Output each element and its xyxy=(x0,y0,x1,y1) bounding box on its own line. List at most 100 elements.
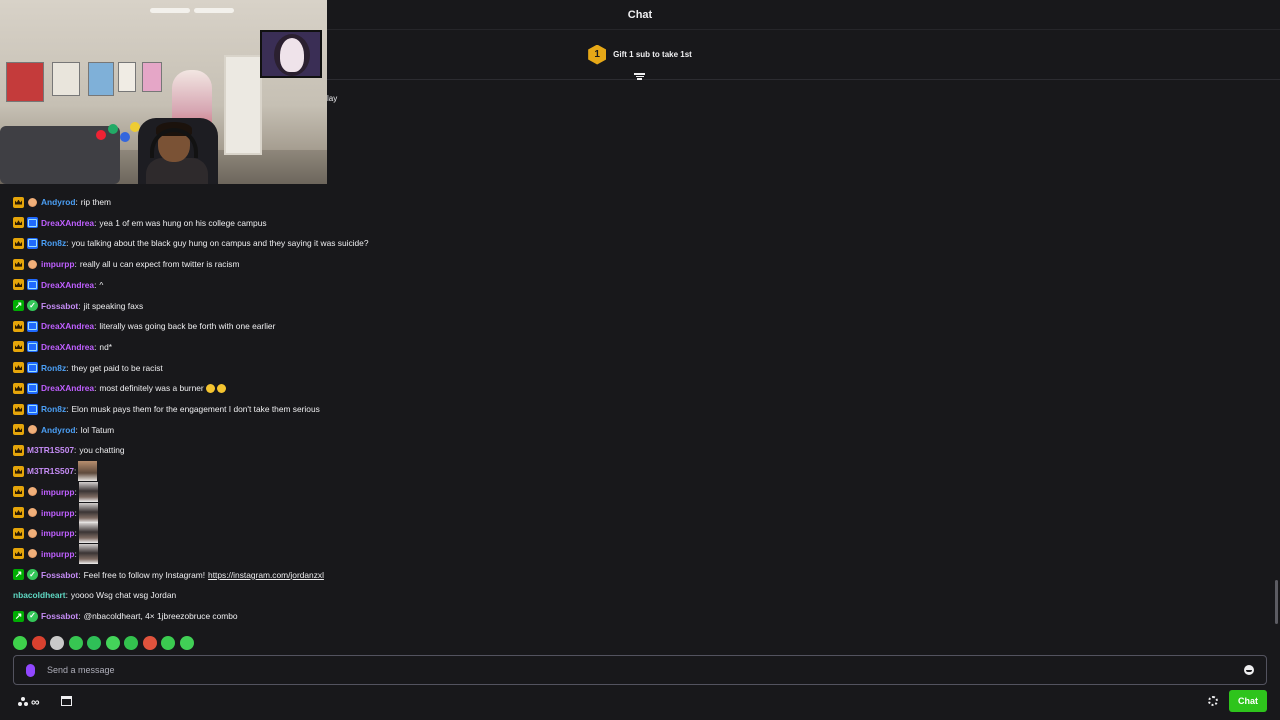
face-badge-icon[interactable] xyxy=(27,507,38,518)
crown-icon[interactable] xyxy=(13,382,24,394)
crown-icon[interactable] xyxy=(13,424,24,436)
chat-input[interactable] xyxy=(47,665,1244,675)
clown-emote-icon[interactable] xyxy=(50,636,64,650)
face-emote-icon[interactable] xyxy=(78,461,98,482)
crown-icon[interactable] xyxy=(13,507,24,518)
chat-username[interactable]: nbacoldheart xyxy=(13,590,66,600)
game-badge-icon[interactable] xyxy=(27,320,38,332)
emoji-picker-icon[interactable] xyxy=(1244,665,1254,675)
crown-icon[interactable] xyxy=(13,465,24,477)
chat-username[interactable]: impurpp xyxy=(41,487,75,497)
green-laugh-emote-icon[interactable] xyxy=(161,636,175,650)
chat-message: M3TR1S507: you chatting xyxy=(13,443,125,457)
game-badge-icon[interactable] xyxy=(27,237,38,249)
game-badge-icon[interactable] xyxy=(27,217,38,229)
game-badge-icon[interactable] xyxy=(27,279,38,291)
chat-message-text: nd* xyxy=(99,341,112,352)
crown-icon[interactable] xyxy=(13,486,24,498)
crown-icon[interactable] xyxy=(13,258,24,270)
face-badge-icon[interactable] xyxy=(27,424,38,435)
chat-message: nbacoldheart: yoooo Wsg chat wsg Jordan xyxy=(13,588,176,602)
green-smile-emote-icon[interactable] xyxy=(105,636,120,650)
chat-username[interactable]: Andyrod xyxy=(41,425,75,435)
crown-icon[interactable] xyxy=(13,548,24,560)
chat-username[interactable]: impurpp xyxy=(41,528,75,538)
crown-icon[interactable] xyxy=(13,341,24,353)
collapse-icon[interactable] xyxy=(634,73,645,83)
chat-username[interactable]: Fossabot xyxy=(41,611,78,621)
verified-bot-icon[interactable] xyxy=(27,610,38,622)
dark-face-emote-icon[interactable] xyxy=(78,543,98,564)
chat-link[interactable]: https://instagram.com/jordanzxl xyxy=(208,570,324,580)
chat-username[interactable]: DreaXAndrea xyxy=(41,321,94,331)
face-badge-icon[interactable] xyxy=(27,259,38,270)
face-badge-icon[interactable] xyxy=(27,486,38,497)
microphone-icon[interactable] xyxy=(26,663,35,677)
chat-username[interactable]: Ron8z xyxy=(41,363,66,373)
chat-username[interactable]: M3TR1S507 xyxy=(27,445,74,455)
chat-username[interactable]: Ron8z xyxy=(41,404,66,414)
verified-bot-icon[interactable] xyxy=(27,569,38,581)
red-lips-emote-icon[interactable] xyxy=(142,636,157,650)
chat-footer: ∞ Chat xyxy=(0,690,1280,714)
chat-username[interactable]: impurpp xyxy=(41,259,75,269)
red-face-emote-icon[interactable] xyxy=(31,636,46,650)
username-separator: : xyxy=(66,362,69,373)
chat-message: M3TR1S507: xyxy=(13,461,98,482)
green-grin-emote-icon[interactable] xyxy=(68,636,83,650)
mod-icon[interactable] xyxy=(13,569,24,581)
crown-icon[interactable] xyxy=(13,403,24,415)
crown-icon[interactable] xyxy=(13,527,24,539)
green-shades-emote-icon[interactable] xyxy=(87,636,101,650)
crown-icon[interactable] xyxy=(13,196,24,208)
face-badge-icon[interactable] xyxy=(27,528,38,539)
chat-username[interactable]: impurpp xyxy=(41,508,75,518)
dark-face-emote-icon[interactable] xyxy=(78,502,98,523)
green-tongue-emote-icon[interactable] xyxy=(179,636,194,650)
mod-icon[interactable] xyxy=(13,300,24,311)
chat-send-button[interactable]: Chat xyxy=(1229,690,1267,712)
chat-username[interactable]: DreaXAndrea xyxy=(41,383,94,393)
chat-username[interactable]: Fossabot xyxy=(41,570,78,580)
chat-message: Ron8z: Elon musk pays them for the engage… xyxy=(13,402,320,416)
crown-icon[interactable] xyxy=(13,217,24,229)
chat-username[interactable]: DreaXAndrea xyxy=(41,218,94,228)
chat-message-text: yea 1 of em was hung on his college camp… xyxy=(99,217,267,228)
crown-icon[interactable] xyxy=(13,237,24,249)
chat-message: DreaXAndrea: yea 1 of em was hung on his … xyxy=(13,216,267,230)
chat-username[interactable]: impurpp xyxy=(41,549,75,559)
crown-icon[interactable] xyxy=(13,320,24,332)
chat-message-text: @nbacoldheart, 4× 1jbreezobruce combo xyxy=(83,611,238,621)
dark-face-emote-icon[interactable] xyxy=(78,523,98,544)
chat-message-text: ^ xyxy=(99,279,104,290)
game-badge-icon[interactable] xyxy=(27,403,38,415)
crown-icon[interactable] xyxy=(13,362,24,374)
chat-username[interactable]: Fossabot xyxy=(41,301,78,311)
face-badge-icon[interactable] xyxy=(27,197,38,208)
green-wink-emote-icon[interactable] xyxy=(124,636,138,650)
chat-username[interactable]: DreaXAndrea xyxy=(41,280,94,290)
dark-face-emote-icon[interactable] xyxy=(78,481,98,502)
face-badge-icon[interactable] xyxy=(27,548,38,559)
verified-bot-icon[interactable] xyxy=(27,300,38,311)
chat-username[interactable]: DreaXAndrea xyxy=(41,342,94,352)
game-badge-icon[interactable] xyxy=(27,382,38,394)
chat-username[interactable]: Ron8z xyxy=(41,238,66,248)
game-badge-icon[interactable] xyxy=(27,341,38,353)
chat-message-text: most definitely was a burner xyxy=(99,383,204,394)
leaderboard-text: Gift 1 sub to take 1st xyxy=(613,50,692,59)
chat-scrollbar[interactable] xyxy=(1275,580,1278,624)
crown-icon[interactable] xyxy=(13,444,24,456)
username-separator: : xyxy=(66,238,69,249)
chat-message-text: you talking about the black guy hung on … xyxy=(71,238,369,249)
green-face-emote-icon[interactable] xyxy=(13,636,27,650)
chat-username[interactable]: Andyrod xyxy=(41,197,75,207)
chat-username[interactable]: M3TR1S507 xyxy=(27,466,74,476)
mod-icon[interactable] xyxy=(13,610,24,622)
store-icon[interactable] xyxy=(61,696,72,706)
channel-points-button[interactable]: ∞ xyxy=(18,695,40,709)
crown-icon[interactable] xyxy=(13,279,24,291)
chat-message-text: jit speaking faxs xyxy=(83,300,144,311)
game-badge-icon[interactable] xyxy=(27,362,38,374)
gear-icon[interactable] xyxy=(1208,696,1218,706)
